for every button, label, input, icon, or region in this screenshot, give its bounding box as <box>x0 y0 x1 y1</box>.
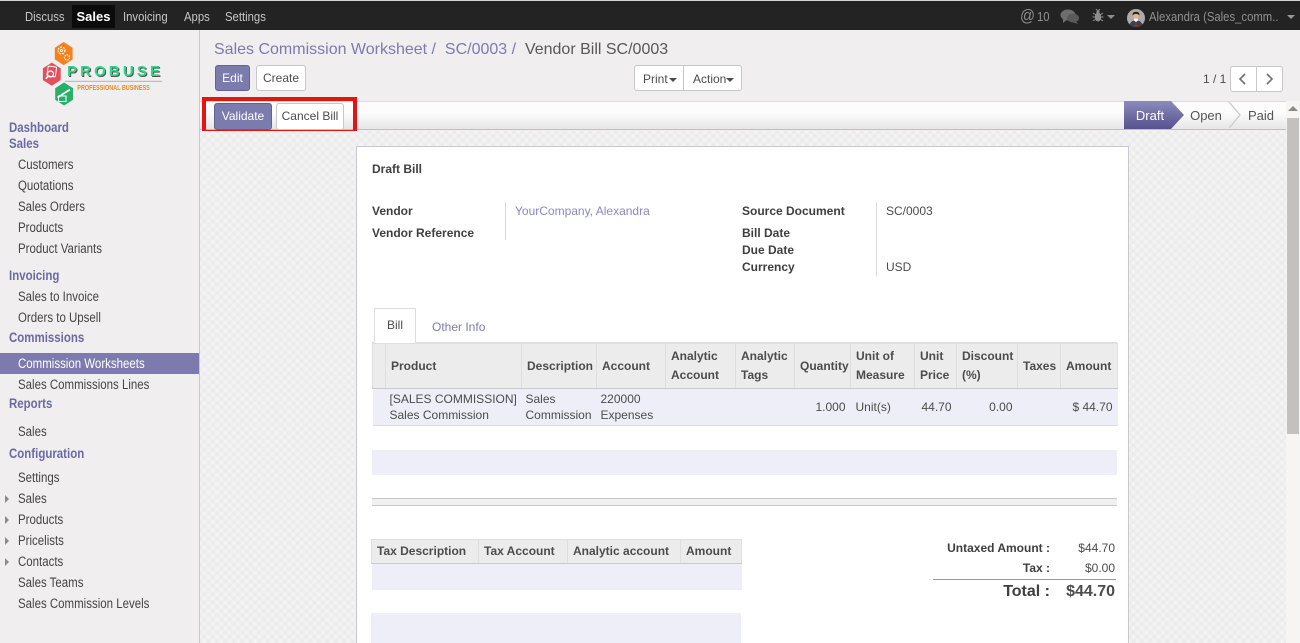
svg-text:PROBUSE: PROBUSE <box>67 63 161 80</box>
svg-text:Draft: Draft <box>1136 108 1165 123</box>
svg-text:PROFESSIONAL BUSINESS: PROFESSIONAL BUSINESS <box>77 83 150 92</box>
svg-text:Open: Open <box>1190 108 1222 123</box>
svg-text:Paid: Paid <box>1248 108 1274 123</box>
